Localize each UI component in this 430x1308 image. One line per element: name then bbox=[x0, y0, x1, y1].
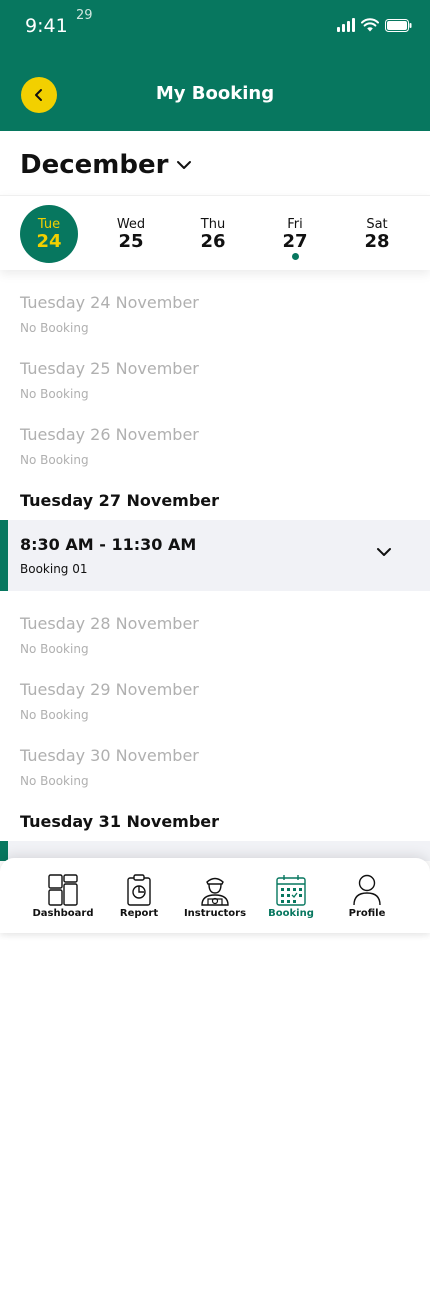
day-title: Tuesday 29 November bbox=[20, 680, 199, 699]
booking-card[interactable]: 8:30 AM - 11:30 AM Booking 01 bbox=[0, 520, 430, 591]
signal-icon bbox=[337, 18, 355, 32]
no-booking-label: No Booking bbox=[20, 708, 89, 722]
month-label: December bbox=[20, 150, 169, 180]
day-entry: Tuesday 24 November No Booking bbox=[20, 293, 420, 335]
tab-dashboard[interactable]: Dashboard bbox=[25, 874, 101, 919]
booking-accent-bar bbox=[0, 520, 8, 591]
day-title: Tuesday 25 November bbox=[20, 359, 199, 378]
day-name: Wed bbox=[116, 217, 146, 232]
chevron-down-icon[interactable] bbox=[376, 547, 392, 557]
page-title: My Booking bbox=[155, 83, 275, 104]
day-number: 25 bbox=[118, 231, 144, 252]
status-tiny-number: 29 bbox=[76, 8, 93, 23]
tab-label: Report bbox=[119, 908, 159, 919]
booking-name: Booking 01 bbox=[20, 562, 88, 576]
day-number: 26 bbox=[200, 231, 226, 252]
no-booking-label: No Booking bbox=[20, 774, 89, 788]
tab-label: Booking bbox=[268, 908, 314, 919]
no-booking-label: No Booking bbox=[20, 387, 89, 401]
week-strip: Tue 24 Wed 25 Thu 26 Fri 27 Sat 28 bbox=[0, 195, 430, 270]
bottom-tab-bar: Dashboard Report Instructors Booking Pro… bbox=[0, 858, 430, 933]
tab-label: Profile bbox=[348, 908, 386, 919]
day-name: Fri bbox=[287, 217, 303, 232]
day-number: 27 bbox=[282, 231, 308, 252]
day-title: Tuesday 24 November bbox=[20, 293, 199, 312]
month-selector[interactable]: December bbox=[20, 150, 192, 180]
day-fri-27[interactable]: Fri 27 bbox=[266, 205, 324, 263]
day-entry: Tuesday 26 November No Booking bbox=[20, 425, 420, 467]
day-entry-with-booking: Tuesday 31 November bbox=[20, 812, 420, 831]
day-entry-with-booking: Tuesday 27 November bbox=[20, 491, 420, 510]
tab-report[interactable]: Report bbox=[101, 874, 177, 919]
no-booking-label: No Booking bbox=[20, 453, 89, 467]
profile-icon bbox=[353, 874, 381, 906]
day-title: Tuesday 28 November bbox=[20, 614, 199, 633]
wifi-icon bbox=[361, 18, 379, 32]
no-booking-label: No Booking bbox=[20, 321, 89, 335]
day-title: Tuesday 31 November bbox=[20, 812, 220, 831]
day-number: 28 bbox=[364, 231, 390, 252]
dashboard-icon bbox=[48, 874, 78, 906]
day-title: Tuesday 27 November bbox=[20, 491, 220, 510]
booking-accent-bar bbox=[0, 841, 8, 861]
tab-label: Dashboard bbox=[32, 908, 94, 919]
tab-label: Instructors bbox=[183, 908, 247, 919]
status-bar: 9:41 29 bbox=[0, 0, 430, 50]
day-entry: Tuesday 28 November No Booking bbox=[20, 614, 420, 656]
day-thu-26[interactable]: Thu 26 bbox=[184, 205, 242, 263]
calendar-icon bbox=[276, 875, 306, 906]
booking-time: 8:30 AM - 11:30 AM bbox=[20, 535, 197, 554]
report-icon bbox=[127, 874, 151, 906]
day-name: Sat bbox=[366, 217, 388, 232]
tab-profile[interactable]: Profile bbox=[329, 874, 405, 919]
day-title: Tuesday 30 November bbox=[20, 746, 199, 765]
chevron-down-icon bbox=[177, 161, 192, 169]
instructor-icon bbox=[201, 877, 229, 906]
booking-dot-indicator bbox=[292, 253, 299, 260]
day-tue-24[interactable]: Tue 24 bbox=[20, 205, 78, 263]
day-sat-28[interactable]: Sat 28 bbox=[348, 205, 406, 263]
no-booking-label: No Booking bbox=[20, 642, 89, 656]
day-wed-25[interactable]: Wed 25 bbox=[102, 205, 160, 263]
day-name: Thu bbox=[200, 217, 226, 232]
battery-icon bbox=[385, 18, 412, 32]
header-bar: 9:41 29 My Booking bbox=[0, 0, 430, 131]
status-icons bbox=[337, 18, 412, 32]
tab-instructors[interactable]: Instructors bbox=[177, 874, 253, 919]
day-title: Tuesday 26 November bbox=[20, 425, 199, 444]
day-entry: Tuesday 30 November No Booking bbox=[20, 746, 420, 788]
day-entry: Tuesday 25 November No Booking bbox=[20, 359, 420, 401]
day-number: 24 bbox=[36, 231, 62, 252]
status-time: 9:41 bbox=[25, 15, 68, 37]
day-name: Tue bbox=[37, 217, 61, 232]
tab-booking[interactable]: Booking bbox=[253, 874, 329, 919]
day-entry: Tuesday 29 November No Booking bbox=[20, 680, 420, 722]
